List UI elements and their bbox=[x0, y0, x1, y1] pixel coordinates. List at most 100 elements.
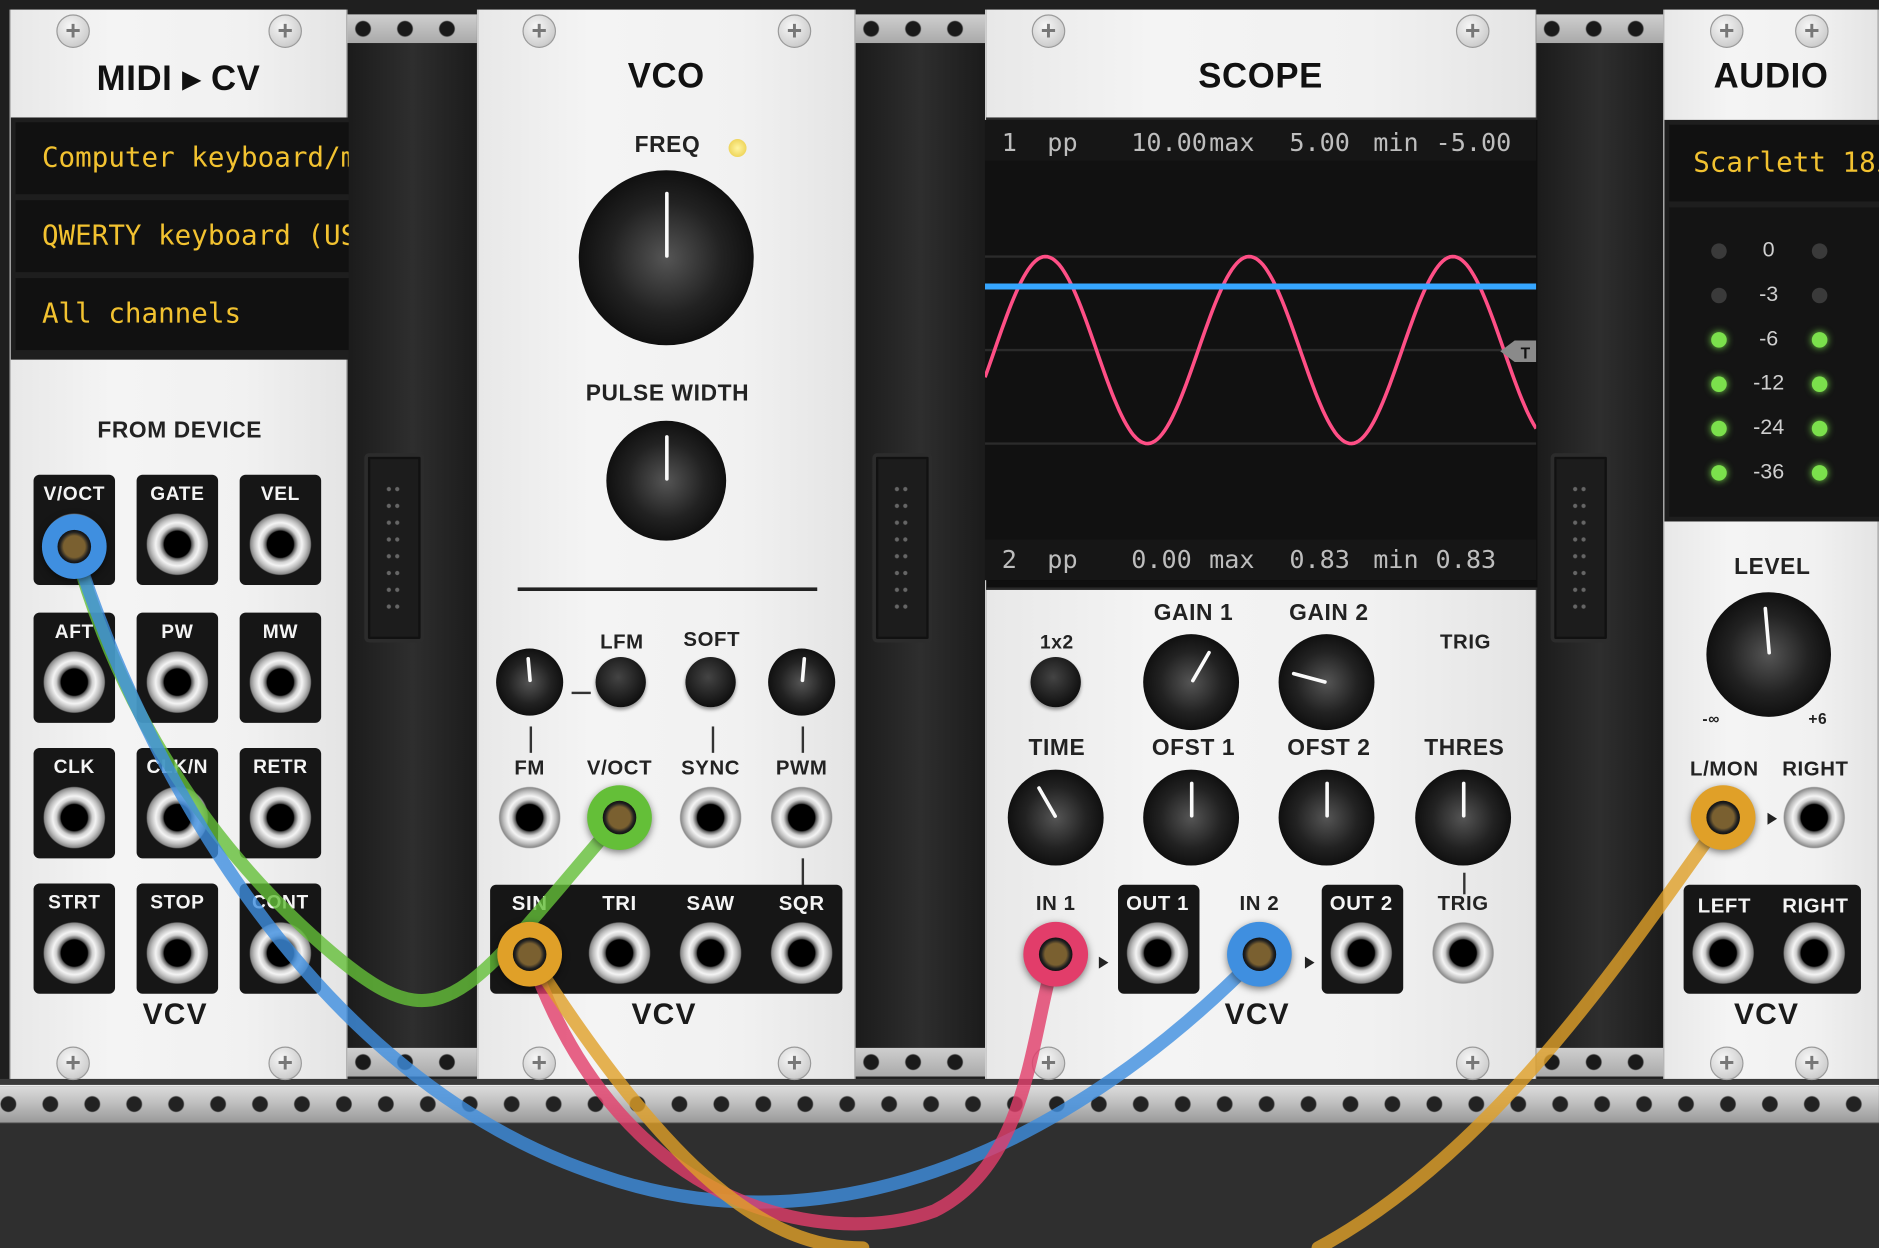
time-knob[interactable] bbox=[1007, 769, 1104, 866]
screw-icon: + bbox=[777, 14, 812, 48]
freq-knob[interactable] bbox=[578, 170, 754, 346]
vco-jack-fm[interactable] bbox=[498, 786, 561, 849]
vco-output-label-tri: TRI bbox=[602, 891, 637, 915]
meter-level-label: -24 bbox=[1753, 414, 1785, 439]
vco-jack-sqr[interactable] bbox=[770, 921, 833, 985]
scope-mode-button[interactable] bbox=[1030, 656, 1081, 708]
midi-driver-select[interactable]: Computer keyboard/mouse bbox=[15, 122, 349, 195]
meter-led bbox=[1811, 243, 1828, 259]
soft-switch[interactable] bbox=[685, 656, 736, 708]
screw-icon: + bbox=[777, 1046, 812, 1081]
plug-yellow[interactable] bbox=[497, 921, 563, 987]
screw-icon: + bbox=[1031, 1046, 1066, 1081]
scope-jack-out2-label[interactable] bbox=[1330, 921, 1393, 985]
jack-clk-n[interactable] bbox=[146, 786, 209, 849]
screw-icon: + bbox=[1031, 14, 1066, 48]
screw-icon: + bbox=[268, 1046, 302, 1081]
module-title: SCOPE bbox=[1198, 57, 1323, 96]
plug-blue[interactable] bbox=[1227, 921, 1292, 987]
gain1-knob[interactable] bbox=[1143, 634, 1240, 731]
vco-jack-tri[interactable] bbox=[588, 921, 651, 985]
scope-ch1-pp-value: 10.00 bbox=[1131, 128, 1207, 157]
plug-red[interactable] bbox=[1023, 921, 1089, 987]
screw-icon: + bbox=[522, 14, 557, 48]
module-title: VCO bbox=[627, 57, 705, 96]
scope-ch1-max-value: 5.00 bbox=[1289, 128, 1350, 157]
knob-indicator bbox=[525, 656, 532, 683]
knob-indicator bbox=[1189, 781, 1193, 818]
meter-led bbox=[1811, 332, 1828, 348]
jack-label-gate: GATE bbox=[150, 484, 205, 505]
jack-strt[interactable] bbox=[43, 921, 106, 985]
time-label: TIME bbox=[1028, 736, 1086, 762]
jack-label-strt: STRT bbox=[48, 893, 101, 914]
scope-ch1-min-label: min bbox=[1373, 128, 1418, 157]
gain2-knob[interactable] bbox=[1278, 634, 1375, 731]
jack-label-mw: MW bbox=[262, 622, 299, 643]
pulse-width-knob[interactable] bbox=[606, 420, 727, 541]
trigger-marker-label: T bbox=[1521, 345, 1531, 362]
right-out-label: RIGHT bbox=[1782, 894, 1849, 918]
ofst1-label: OFST 1 bbox=[1151, 736, 1236, 762]
jack-gate[interactable] bbox=[146, 513, 209, 576]
scope-screen: 1 pp 10.00 max 5.00 min -5.002 pp 0.00 max 0.83 min… bbox=[985, 119, 1537, 581]
jack-mw[interactable] bbox=[249, 650, 312, 714]
vcv-logo: VCV bbox=[631, 997, 697, 1031]
ofst1-knob[interactable] bbox=[1143, 769, 1240, 866]
meter-led bbox=[1811, 420, 1828, 437]
scope-ch1-number: 1 bbox=[1002, 128, 1017, 157]
gain1-label: GAIN 1 bbox=[1153, 600, 1234, 626]
bus-connector bbox=[364, 453, 425, 643]
audio-jack-left-out[interactable] bbox=[1691, 921, 1755, 985]
jack-pw[interactable] bbox=[146, 650, 209, 714]
audio-jack-right-in[interactable] bbox=[1783, 786, 1846, 849]
plug-yellow[interactable] bbox=[1690, 785, 1756, 850]
vco-jack-pwm[interactable] bbox=[770, 786, 833, 849]
fm-attenuator-knob[interactable] bbox=[496, 648, 564, 716]
knob-indicator bbox=[1290, 670, 1327, 684]
scope-ch2-max-value: 0.83 bbox=[1289, 545, 1350, 574]
vco-jack-sync[interactable] bbox=[679, 786, 742, 849]
pulse-width-label: PULSE WIDTH bbox=[585, 381, 750, 407]
scope-jack-out1-label[interactable] bbox=[1126, 921, 1189, 985]
module-audio[interactable]: + + + + AUDIO Scarlett 18i20 USB LEVEL -… bbox=[1663, 9, 1879, 1081]
scope-jack-trig-in-label[interactable] bbox=[1431, 921, 1495, 985]
knob-indicator bbox=[664, 191, 669, 258]
knob-indicator bbox=[1035, 785, 1058, 819]
knob-indicator bbox=[1461, 781, 1465, 818]
scope-label-in1-label: IN 1 bbox=[1035, 891, 1076, 915]
midi-channel-select[interactable]: All channels bbox=[15, 278, 349, 351]
plug-blue[interactable] bbox=[41, 514, 107, 580]
vco-jack-saw[interactable] bbox=[679, 921, 742, 985]
meter-led bbox=[1811, 376, 1828, 393]
jack-cont[interactable] bbox=[249, 921, 312, 985]
plug-green[interactable] bbox=[587, 785, 652, 850]
pwm-attenuator-knob[interactable] bbox=[768, 648, 836, 716]
screw-icon: + bbox=[522, 1046, 557, 1081]
jack-vel[interactable] bbox=[249, 513, 312, 576]
meter-level-label: 0 bbox=[1762, 237, 1775, 262]
jack-aft[interactable] bbox=[43, 650, 106, 714]
level-max-label: +6 bbox=[1808, 709, 1828, 728]
vco-input-label-v-oct: V/OCT bbox=[586, 756, 653, 780]
screw-icon: + bbox=[1795, 1046, 1829, 1081]
jack-label-vel: VEL bbox=[260, 484, 300, 505]
jack-clk[interactable] bbox=[43, 786, 106, 849]
jack-stop[interactable] bbox=[146, 921, 209, 985]
audio-jack-right-out[interactable] bbox=[1783, 921, 1846, 985]
trig-label: TRIG bbox=[1439, 630, 1492, 654]
audio-device-select[interactable]: Scarlett 18i20 USB bbox=[1669, 124, 1879, 202]
bus-connector bbox=[872, 453, 933, 643]
jack-label-retr: RETR bbox=[253, 757, 308, 779]
freq-label: FREQ bbox=[634, 133, 701, 159]
ofst2-knob[interactable] bbox=[1278, 769, 1375, 866]
lfm-switch[interactable] bbox=[595, 656, 646, 708]
knob-indicator bbox=[1189, 649, 1211, 683]
right-in-label: RIGHT bbox=[1782, 757, 1849, 781]
thres-knob[interactable] bbox=[1415, 769, 1512, 866]
scope-ch2-number: 2 bbox=[1002, 545, 1017, 574]
scope-ch1-max-label: max bbox=[1209, 128, 1254, 157]
level-knob[interactable] bbox=[1706, 592, 1832, 717]
midi-device-select[interactable]: QWERTY keyboard (US) bbox=[15, 200, 349, 273]
jack-retr[interactable] bbox=[249, 786, 312, 849]
